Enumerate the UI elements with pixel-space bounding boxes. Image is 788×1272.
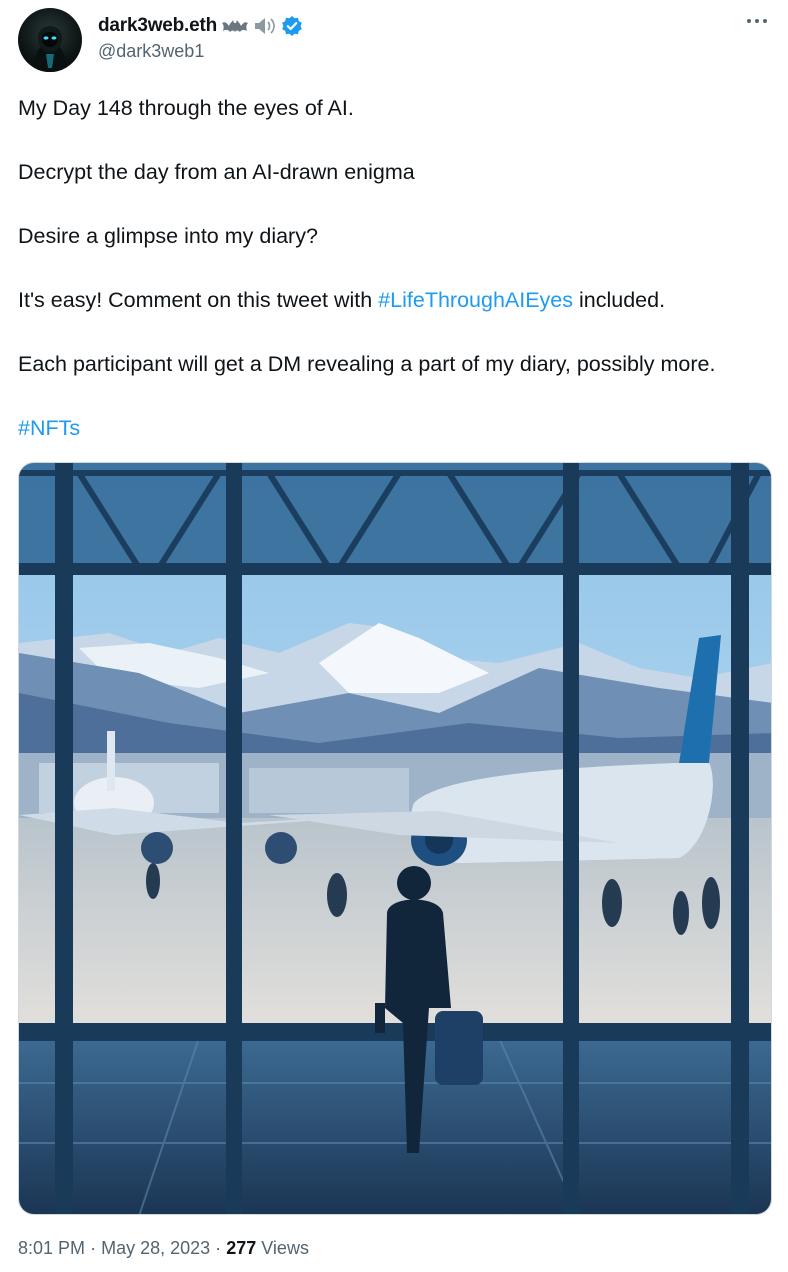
tweet-paragraph: Each participant will get a DM revealing… xyxy=(18,352,716,376)
tweet-media-image[interactable] xyxy=(18,462,772,1215)
author-display-name[interactable]: dark3web.eth xyxy=(98,15,217,37)
views-label: Views xyxy=(261,1238,309,1258)
bat-emoji-icon xyxy=(221,17,249,35)
separator: · xyxy=(215,1238,222,1258)
tweet-paragraph: #NFTs xyxy=(18,412,770,444)
author-handle[interactable]: @dark3web1 xyxy=(98,41,303,62)
tweet-paragraph: It's easy! Comment on this tweet with #L… xyxy=(18,284,770,316)
tweet-date[interactable]: May 28, 2023 xyxy=(101,1238,210,1258)
tweet-text: My Day 148 through the eyes of AI. Decry… xyxy=(18,92,770,444)
tweet-time[interactable]: 8:01 PM xyxy=(18,1238,85,1258)
more-options-icon[interactable] xyxy=(744,10,770,30)
hashtag-link[interactable]: #NFTs xyxy=(18,416,80,440)
speaker-emoji-icon xyxy=(253,16,277,36)
airport-illustration-image xyxy=(19,463,771,1214)
paragraph-text: It's easy! Comment on this tweet with xyxy=(18,288,379,312)
tweet-meta: 8:01 PM · May 28, 2023 · 277 Views xyxy=(18,1238,309,1259)
separator: · xyxy=(90,1238,97,1258)
paragraph-text: included. xyxy=(573,288,666,312)
verified-badge-icon[interactable] xyxy=(281,15,303,37)
tweet-header: dark3web.eth @dark3web1 xyxy=(18,8,770,72)
views-count: 277 xyxy=(226,1238,257,1258)
tweet-paragraph: Desire a glimpse into my diary? xyxy=(18,224,318,248)
tweet-paragraph: Decrypt the day from an AI-drawn enigma xyxy=(18,160,415,184)
author-block: dark3web.eth @dark3web1 xyxy=(98,14,303,62)
hashtag-link[interactable]: #LifeThroughAIEyes xyxy=(378,288,573,312)
avatar[interactable] xyxy=(18,8,82,72)
tweet-paragraph: My Day 148 through the eyes of AI. xyxy=(18,96,354,120)
